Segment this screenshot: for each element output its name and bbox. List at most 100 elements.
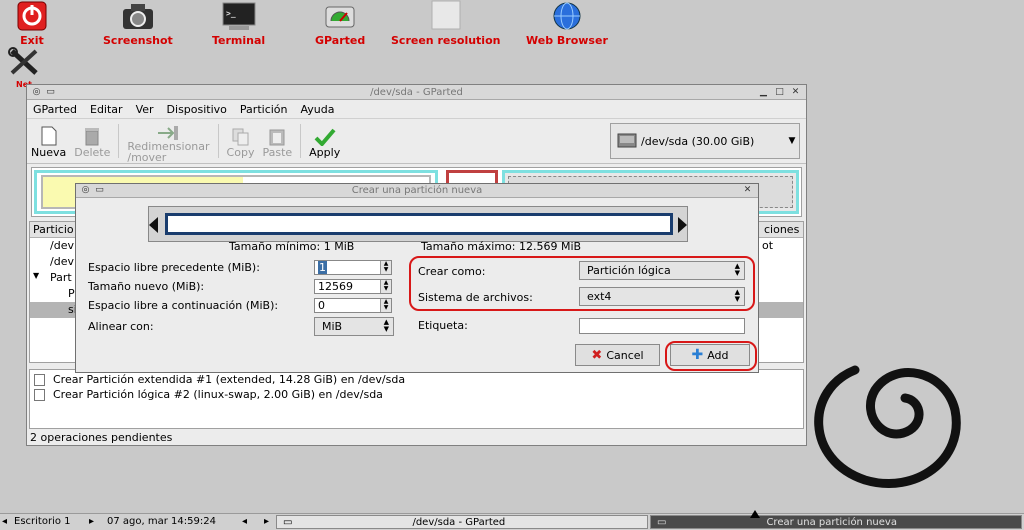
clipboard-icon [269,124,285,146]
row-partition-name: Part [50,271,72,284]
dialog-titlebar[interactable]: ◎ ▭ Crear una partición nueva ✕ [76,184,758,198]
new-button[interactable]: Nueva [27,124,70,159]
create-as-combo[interactable]: Partición lógica ▲ ▼ [579,261,745,280]
menu-ayuda[interactable]: Ayuda [301,103,335,116]
apply-label: Apply [309,145,341,159]
gparted-label: GParted [315,34,366,47]
close-icon[interactable]: ✕ [742,185,753,196]
row-partition-name: /dev [50,255,74,268]
window-icon: ▭ [283,516,293,528]
menu-editar[interactable]: Editar [90,103,123,116]
align-label: Alinear con: [88,320,154,333]
window-menu-icon[interactable]: ◎ [31,87,42,98]
resize-move-button[interactable]: Redimensionar /mover [123,119,213,163]
operation-text: Crear Partición extendida #1 (extended, … [53,373,406,386]
harddisk-icon [617,131,637,152]
task-create-partition-label: Crear una partición nueva [766,516,897,528]
task-prev-icon[interactable]: ◂ [242,516,247,527]
toolbar: Nueva Delete Redimensionar /mover Copy P… [27,118,806,164]
combo-arrows-icon: ▲ ▼ [734,288,740,303]
list-item[interactable]: Crear Partición extendida #1 (extended, … [30,372,803,387]
menu-ver[interactable]: Ver [136,103,154,116]
task-next-icon[interactable]: ▸ [264,516,269,527]
copy-label: Copy [226,145,255,159]
create-as-value: Partición lógica [587,264,671,277]
desktop-switcher[interactable]: Escritorio 1 [14,516,71,527]
terminal-icon: >_ [221,0,257,32]
column-header-flags[interactable]: ciones [764,223,799,236]
screenshot-desktop-icon[interactable]: Screenshot [103,0,173,47]
network-desktop-icon[interactable]: Net [6,46,42,89]
new-size-label: Tamaño nuevo (MiB): [88,280,205,293]
menu-gparted[interactable]: GParted [33,103,77,116]
spinner-arrows-icon[interactable]: ▲ ▼ [380,261,391,274]
window-menu-icon[interactable]: ◎ [80,185,91,196]
web-browser-desktop-icon[interactable]: Web Browser [526,0,608,47]
terminal-desktop-icon[interactable]: >_ Terminal [212,0,265,47]
apply-button[interactable]: Apply [305,124,344,159]
filesystem-combo[interactable]: ext4 ▲ ▼ [579,287,745,306]
window-titlebar[interactable]: ◎ ▭ /dev/sda - GParted ▁ □ ✕ [27,85,806,100]
paste-button[interactable]: Paste [258,124,296,159]
screenshot-label: Screenshot [103,34,173,47]
resize-label-line2: /mover [127,151,167,164]
row-partition-name: P [68,287,75,300]
new-document-icon [41,124,57,146]
menu-particion[interactable]: Partición [240,103,288,116]
new-label: Nueva [31,145,67,159]
copy-button[interactable]: Copy [223,124,259,159]
window-shade-icon[interactable]: ▭ [94,185,105,196]
delete-button[interactable]: Delete [70,124,114,159]
column-header-partition[interactable]: Particio [33,223,74,236]
desktop-prev-icon[interactable]: ◂ [2,516,7,527]
close-icon[interactable]: ✕ [790,87,801,98]
dialog-title: Crear una partición nueva [351,185,483,196]
spinner-arrows-icon[interactable]: ▲ ▼ [380,299,391,312]
combo-arrows-icon: ▲ ▼ [734,262,740,277]
align-value: MiB [322,320,343,333]
add-button[interactable]: ✚ Add [670,344,750,366]
add-label: Add [707,348,729,362]
free-before-spinner[interactable]: 1 ▲ ▼ [314,260,392,275]
debian-swirl-logo [814,365,961,488]
taskbar: ◂ Escritorio 1 ▸ 07 ago, mar 14:59:24 ◂ … [0,513,1024,530]
task-gparted[interactable]: ▭ /dev/sda - GParted [276,515,648,529]
minimize-icon[interactable]: ▁ [758,87,769,98]
document-icon [34,373,45,386]
min-size-text: Tamaño mínimo: 1 MiB [229,240,355,253]
list-item[interactable]: Crear Partición lógica #2 (linux-swap, 2… [30,387,803,402]
desktop-next-icon[interactable]: ▸ [89,516,94,527]
align-combo[interactable]: MiB ▲ ▼ [314,317,394,336]
exit-desktop-icon[interactable]: Exit [14,0,50,47]
partition-label-label: Etiqueta: [418,319,468,332]
screen-resolution-desktop-icon[interactable]: Screen resolution [391,0,500,47]
spinner-arrows-icon[interactable]: ▲ ▼ [380,280,391,293]
cancel-button[interactable]: ✖ Cancel [575,344,660,366]
menubar: GParted Editar Ver Dispositivo Partición… [27,100,806,118]
free-before-value: 1 [318,261,327,274]
add-plus-icon: ✚ [691,347,704,363]
row-partition-name: /dev [50,239,74,252]
globe-icon [549,0,585,32]
device-selector-label: /dev/sda (30.00 GiB) [641,134,755,148]
free-after-label: Espacio libre a continuación (MiB): [88,299,279,312]
trash-icon [84,124,100,146]
right-resize-handle-icon[interactable] [678,217,687,233]
partition-size-bar[interactable] [165,213,673,235]
left-resize-handle-icon[interactable] [149,217,158,233]
new-size-spinner[interactable]: 12569 ▲ ▼ [314,279,392,294]
gparted-desktop-icon[interactable]: GParted [315,0,365,47]
task-create-partition[interactable]: ▭ Crear una partición nueva [650,515,1022,529]
device-selector[interactable]: /dev/sda (30.00 GiB) ▼ [610,123,800,159]
new-size-value: 12569 [318,280,353,293]
menu-dispositivo[interactable]: Dispositivo [167,103,227,116]
window-shade-icon[interactable]: ▭ [45,87,56,98]
expander-icon[interactable]: ▼ [33,271,39,280]
partition-label-input[interactable] [579,318,745,334]
partition-size-slider[interactable] [148,206,688,242]
free-after-spinner[interactable]: 0 ▲ ▼ [314,298,392,313]
monitor-icon [428,0,464,32]
maximize-icon[interactable]: □ [774,87,785,98]
row-flags: ot [762,239,774,252]
clock: 07 ago, mar 14:59:24 [107,516,216,527]
